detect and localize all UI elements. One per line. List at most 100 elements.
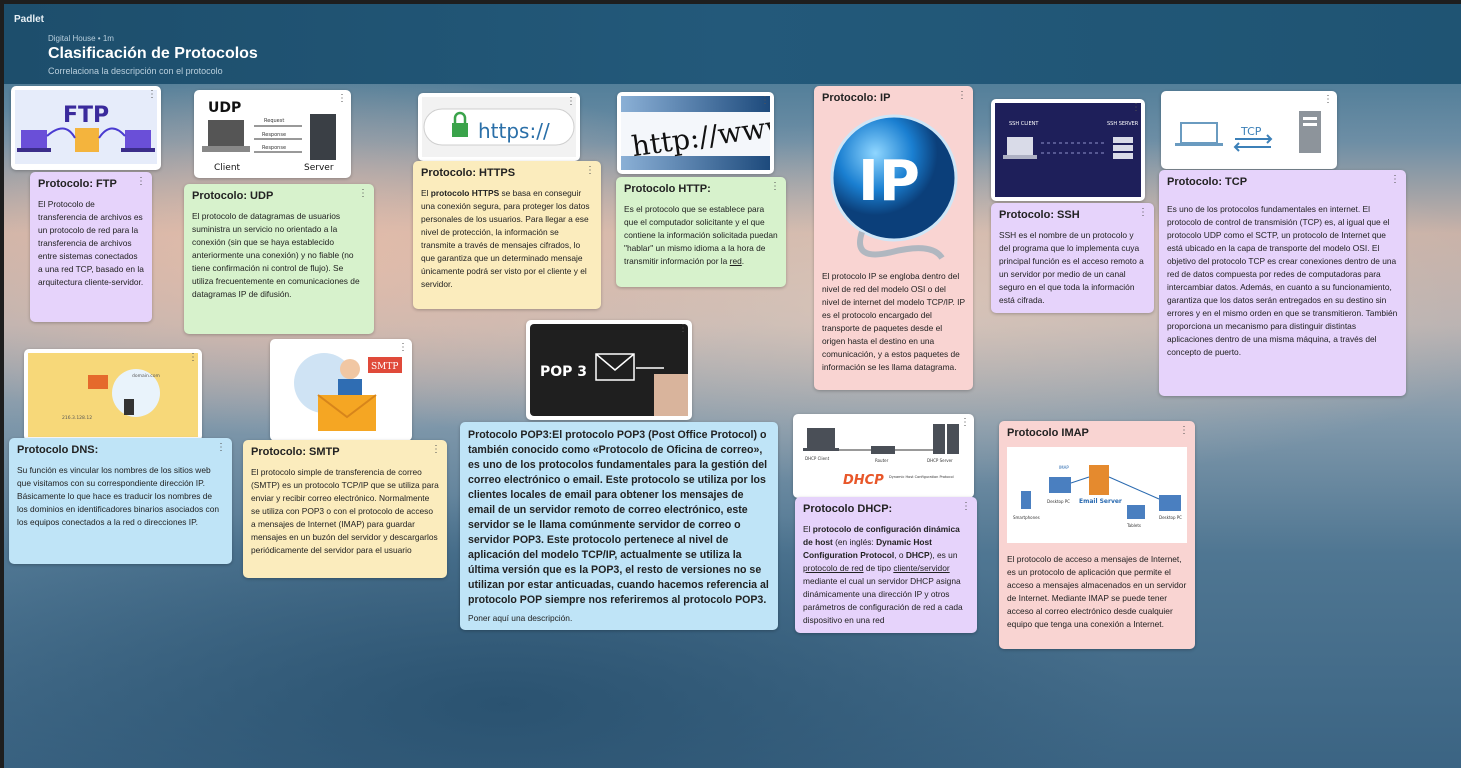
- smtp-card[interactable]: ⋮ Protocolo: SMTP El protocolo simple de…: [243, 440, 447, 578]
- svg-text:Server: Server: [304, 163, 334, 173]
- card-menu-icon[interactable]: ⋮: [760, 95, 770, 106]
- svg-text:SSH SERVER: SSH SERVER: [1107, 121, 1139, 127]
- red-link[interactable]: red: [730, 256, 742, 266]
- card-body: El protocolo de configuración dinámica d…: [803, 524, 963, 626]
- https-image-card[interactable]: https:// ⋮: [418, 93, 580, 161]
- https-card[interactable]: ⋮ Protocolo: HTTPS El protocolo HTTPS se…: [413, 161, 601, 309]
- svg-text:Desktop PC: Desktop PC: [1047, 499, 1070, 504]
- ssh-card[interactable]: ⋮ Protocolo: SSH SSH es el nombre de un …: [991, 203, 1154, 313]
- dhcp-card[interactable]: ⋮ Protocolo DHCP: El protocolo de config…: [795, 497, 977, 633]
- udp-card[interactable]: ⋮ Protocolo: UDP El protocolo de datagra…: [184, 184, 374, 334]
- card-body: Poner aquí una descripción.: [468, 613, 573, 624]
- pop3-card[interactable]: Protocolo POP3:El protocolo POP3 (Post O…: [460, 422, 778, 630]
- card-body: Es uno de los protocolos fundamentales e…: [1167, 204, 1398, 358]
- board-header: Padlet Digital House • 1m Clasificación …: [4, 4, 1461, 84]
- svg-text:Email Server: Email Server: [1079, 498, 1122, 505]
- page-title: Clasificación de Protocolos: [48, 45, 258, 62]
- ssh-image-card[interactable]: SSH CLIENT SSH SERVER ⋮: [991, 99, 1145, 201]
- card-title: Protocolo: UDP: [192, 190, 274, 202]
- pop3-image-card[interactable]: POP 3 ⋮: [526, 320, 692, 420]
- svg-text:Dynamic Host Configuration Pro: Dynamic Host Configuration Protocol: [889, 475, 954, 479]
- protocolo-de-red-link[interactable]: protocolo de red: [803, 563, 864, 573]
- http-image-card[interactable]: http://www ⋮: [617, 92, 791, 174]
- card-title: Protocolo HTTP:: [624, 183, 711, 195]
- svg-text:Router: Router: [875, 458, 889, 463]
- card-menu-icon[interactable]: ⋮: [216, 443, 226, 453]
- http-illustration-icon: http://www: [621, 96, 791, 170]
- card-title: Protocolo POP3:El protocolo POP3 (Post O…: [468, 429, 769, 607]
- svg-text:DHCP Client: DHCP Client: [805, 456, 830, 461]
- card-menu-icon[interactable]: ⋮: [188, 352, 198, 363]
- tcp-card[interactable]: ⋮ Protocolo: TCP Es uno de los protocolo…: [1159, 170, 1406, 396]
- svg-text:216.3.128.12: 216.3.128.12: [62, 415, 92, 421]
- card-title: Protocolo: HTTPS: [421, 167, 516, 179]
- card-menu-icon[interactable]: ⋮: [585, 166, 595, 176]
- card-body: El protocolo de datagramas de usuarios s…: [192, 211, 360, 300]
- card-menu-icon[interactable]: ⋮: [398, 342, 408, 353]
- tcp-image-card[interactable]: TCP ⋮: [1161, 91, 1337, 169]
- smtp-image-card[interactable]: SMTP ⋮: [270, 339, 412, 441]
- http-card[interactable]: ⋮ Protocolo HTTP: Es el protocolo que se…: [616, 177, 786, 287]
- padlet-logo[interactable]: Padlet: [14, 14, 44, 25]
- card-body: El protocolo simple de transferencia de …: [251, 467, 439, 556]
- svg-text:https://: https://: [478, 119, 550, 143]
- svg-text:Smartphones: Smartphones: [1013, 515, 1040, 520]
- ip-card[interactable]: ⋮ Protocolo: IP IP El protocolo IP se en…: [814, 86, 973, 390]
- card-menu-icon[interactable]: ⋮: [337, 93, 347, 104]
- card-title: Protocolo: SSH: [999, 209, 1080, 221]
- board-meta: Digital House • 1m: [48, 34, 114, 43]
- svg-text:Response: Response: [262, 132, 286, 138]
- card-menu-icon[interactable]: ⋮: [960, 417, 970, 428]
- card-menu-icon[interactable]: ⋮: [147, 89, 157, 100]
- svg-text:SSH CLIENT: SSH CLIENT: [1009, 121, 1039, 127]
- udp-image-card[interactable]: UDP Request Response Response Client Ser…: [194, 90, 351, 178]
- card-body: SSH es el nombre de un protocolo y del p…: [999, 230, 1144, 306]
- dhcp-image-card[interactable]: DHCP Client Router DHCP Server DHCP Dyna…: [793, 414, 974, 498]
- card-title: Protocolo: SMTP: [251, 446, 340, 458]
- card-title: Protocolo DNS:: [17, 444, 99, 456]
- svg-text:FTP: FTP: [63, 103, 109, 128]
- card-menu-icon[interactable]: ⋮: [566, 96, 576, 107]
- card-menu-icon[interactable]: ⋮: [1131, 102, 1141, 113]
- card-menu-icon[interactable]: ⋮: [136, 177, 146, 187]
- svg-text:Response: Response: [262, 145, 286, 151]
- svg-text:POP 3: POP 3: [540, 364, 587, 380]
- card-menu-icon[interactable]: ⋮: [770, 182, 780, 192]
- svg-text:domain.com: domain.com: [132, 373, 160, 379]
- card-title: Protocolo: TCP: [1167, 176, 1248, 188]
- svg-text:DHCP Server: DHCP Server: [927, 458, 953, 463]
- card-menu-icon[interactable]: ⋮: [1138, 208, 1148, 218]
- card-menu-icon[interactable]: ⋮: [358, 189, 368, 199]
- svg-text:TCP: TCP: [1240, 125, 1262, 138]
- dns-card[interactable]: ⋮ Protocolo DNS: Su función es vincular …: [9, 438, 232, 564]
- card-title: Protocolo: IP: [822, 92, 891, 104]
- imap-illustration-icon: Email Server IMAP Smartphones Desktop PC…: [1007, 447, 1187, 544]
- dns-image-card[interactable]: domain.com 216.3.128.12 ⋮: [24, 349, 202, 441]
- card-menu-icon[interactable]: ⋮: [1179, 426, 1189, 436]
- card-menu-icon[interactable]: ⋮: [961, 502, 971, 512]
- ftp-card[interactable]: ⋮ Protocolo: FTP El Protocolo de transfe…: [30, 172, 152, 322]
- ssh-illustration-icon: SSH CLIENT SSH SERVER: [995, 103, 1141, 197]
- card-title: Protocolo DHCP:: [803, 503, 893, 515]
- udp-illustration-icon: UDP Request Response Response Client Ser…: [198, 94, 347, 174]
- dhcp-illustration-icon: DHCP Client Router DHCP Server DHCP Dyna…: [797, 418, 970, 494]
- card-title: Protocolo IMAP: [1007, 427, 1089, 439]
- cliente-servidor-link[interactable]: cliente/servidor: [893, 563, 949, 573]
- imap-card[interactable]: ⋮ Protocolo IMAP Email Server IMAP Smart…: [999, 421, 1195, 649]
- card-body: El Protocolo de transferencia de archivo…: [38, 199, 144, 288]
- https-illustration-icon: https://: [422, 97, 576, 157]
- card-menu-icon[interactable]: ⋮: [1323, 94, 1333, 105]
- card-menu-icon[interactable]: ⋮: [1390, 175, 1400, 185]
- card-body: El protocolo IP se engloba dentro del ni…: [822, 271, 965, 373]
- card-menu-icon[interactable]: ⋮: [678, 323, 688, 334]
- card-title: Protocolo: FTP: [38, 178, 117, 190]
- svg-text:IMAP: IMAP: [1059, 465, 1069, 470]
- card-menu-icon[interactable]: ⋮: [431, 445, 441, 455]
- dns-illustration-icon: domain.com 216.3.128.12: [28, 353, 198, 437]
- card-menu-icon[interactable]: ⋮: [957, 91, 967, 101]
- svg-text:Client: Client: [214, 163, 241, 173]
- ftp-image-card[interactable]: FTP ⋮: [11, 86, 161, 170]
- smtp-illustration-icon: SMTP: [274, 343, 408, 437]
- svg-text:DHCP: DHCP: [843, 473, 884, 488]
- svg-text:UDP: UDP: [208, 100, 241, 116]
